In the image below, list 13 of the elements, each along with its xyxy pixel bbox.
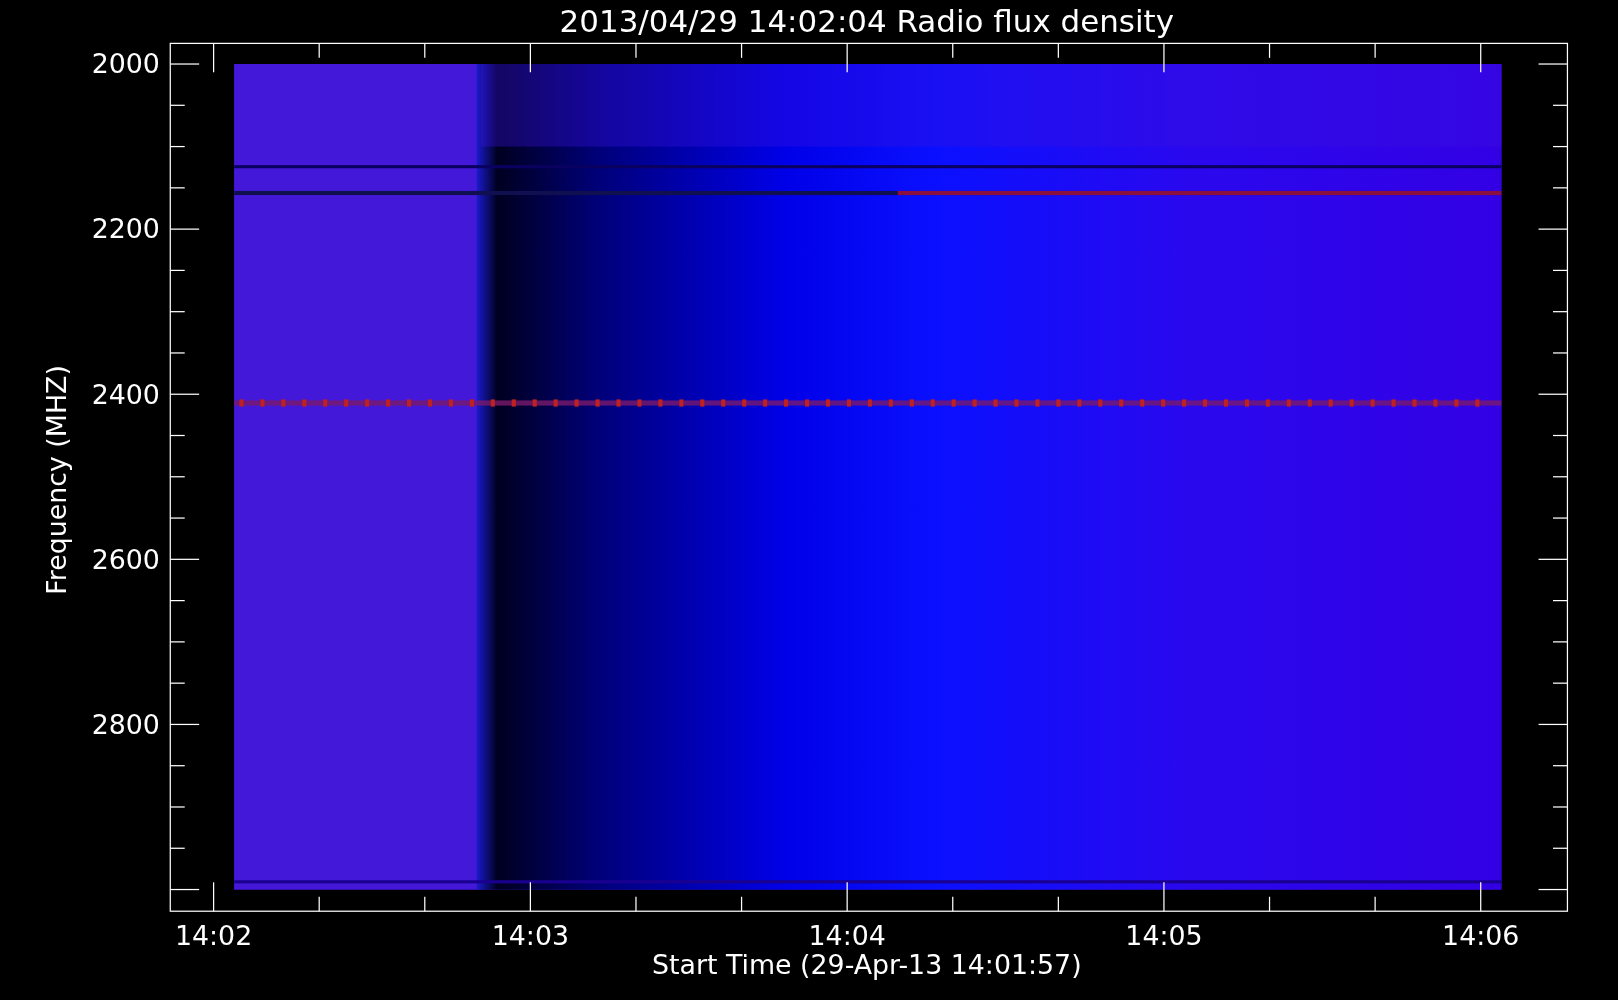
y-tick-label: 2000 [91, 48, 160, 80]
y-tick-label: 2600 [91, 543, 160, 575]
y-tick-label: 2400 [91, 378, 160, 410]
x-tick-label: 14:04 [808, 920, 886, 952]
x-tick-label: 14:02 [174, 920, 253, 952]
chart-title: 2013/04/29 14:02:04 Radio flux density [559, 3, 1174, 40]
x-tick-label: 14:05 [1125, 920, 1203, 952]
x-tick-label: 14:03 [491, 920, 570, 952]
y-axis-label: Frequency (MHZ) [41, 365, 73, 595]
x-tick-label: 14:06 [1442, 920, 1520, 952]
y-tick-label: 2200 [91, 213, 160, 245]
y-tick-label: 2800 [91, 708, 160, 740]
x-axis-label: Start Time (29-Apr-13 14:01:57) [651, 949, 1082, 981]
